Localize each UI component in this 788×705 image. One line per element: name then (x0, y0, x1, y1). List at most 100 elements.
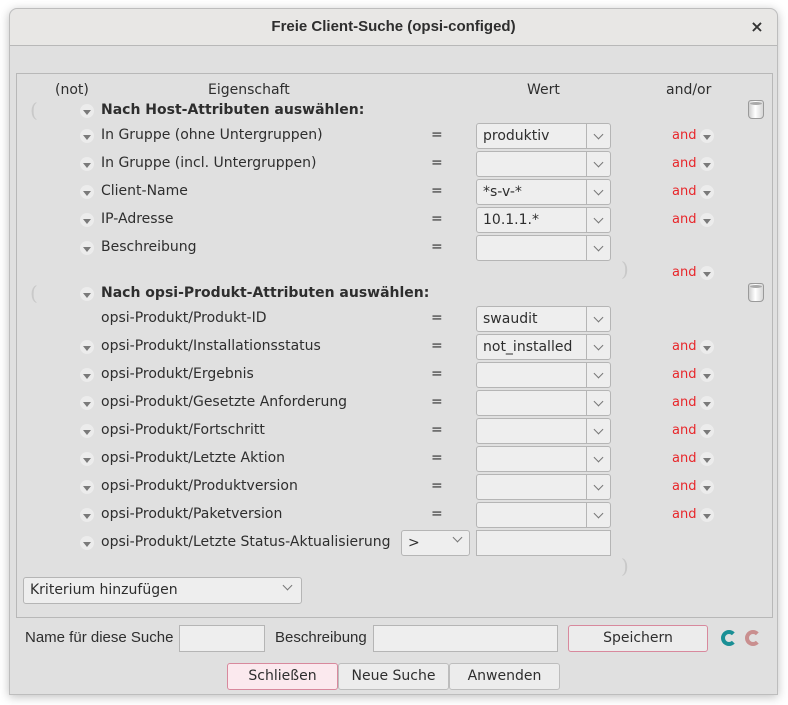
property-label: opsi-Produkt/Produkt-ID (101, 310, 267, 326)
not-toggle-icon[interactable] (80, 340, 94, 354)
criterion-row: Client-Name = *s-v-* and (10, 178, 779, 206)
description-input[interactable] (373, 625, 558, 652)
not-toggle-icon[interactable] (80, 508, 94, 522)
andor-dropdown-icon[interactable] (700, 266, 714, 280)
chevron-down-icon[interactable] (586, 391, 610, 415)
chevron-down-icon[interactable] (586, 475, 610, 499)
value-text[interactable]: 10.1.1.* (483, 212, 539, 228)
add-criterion-label[interactable]: Kriterium hinzufügen (30, 582, 178, 598)
chevron-down-icon[interactable] (586, 363, 610, 387)
andor-dropdown-icon[interactable] (700, 480, 714, 494)
value-text[interactable]: produktiv (483, 128, 549, 144)
andor-dropdown-icon[interactable] (700, 129, 714, 143)
value-combobox[interactable] (476, 235, 611, 261)
andor-label[interactable]: and (672, 479, 696, 494)
new-search-button[interactable]: Neue Suche (338, 663, 449, 690)
date-value-input[interactable] (476, 530, 611, 556)
operator-label: = (431, 506, 443, 522)
close-paren-toggle[interactable]: ) (621, 554, 629, 578)
criterion-row: opsi-Produkt/Letzte Status-Aktualisierun… (10, 529, 779, 557)
apply-button[interactable]: Anwenden (449, 663, 560, 690)
not-toggle-icon[interactable] (80, 287, 94, 301)
andor-dropdown-icon[interactable] (700, 340, 714, 354)
value-combobox[interactable]: produktiv (476, 123, 611, 149)
chevron-down-icon[interactable] (452, 532, 463, 543)
add-criterion-combobox[interactable]: Kriterium hinzufügen (23, 577, 302, 604)
not-toggle-icon[interactable] (80, 104, 94, 118)
operator-label: = (431, 155, 443, 171)
andor-dropdown-icon[interactable] (700, 396, 714, 410)
value-text[interactable]: swaudit (483, 311, 537, 327)
not-toggle-icon[interactable] (80, 157, 94, 171)
andor-label[interactable]: and (672, 367, 696, 382)
chevron-down-icon[interactable] (586, 152, 610, 176)
andor-dropdown-icon[interactable] (700, 368, 714, 382)
chevron-down-icon[interactable] (586, 447, 610, 471)
value-combobox[interactable]: swaudit (476, 306, 611, 332)
andor-label[interactable]: and (672, 184, 696, 199)
operator-label: = (431, 450, 443, 466)
not-toggle-icon[interactable] (80, 185, 94, 199)
chevron-down-icon[interactable] (586, 180, 610, 204)
andor-label[interactable]: and (672, 395, 696, 410)
not-toggle-icon[interactable] (80, 424, 94, 438)
andor-label[interactable]: and (672, 423, 696, 438)
value-combobox[interactable] (476, 502, 611, 528)
andor-label[interactable]: and (672, 451, 696, 466)
open-paren-toggle[interactable]: ( (30, 98, 38, 122)
search-name-input[interactable] (179, 625, 265, 652)
andor-dropdown-icon[interactable] (700, 157, 714, 171)
andor-dropdown-icon[interactable] (700, 508, 714, 522)
chevron-down-icon[interactable] (586, 236, 610, 260)
value-text[interactable]: not_installed (483, 339, 572, 355)
close-paren-toggle[interactable]: ) (621, 257, 629, 281)
andor-label[interactable]: and (672, 507, 696, 522)
header-property: Eigenschaft (208, 82, 290, 98)
not-toggle-icon[interactable] (80, 129, 94, 143)
trash-icon[interactable] (748, 100, 764, 119)
operator-label: = (431, 127, 443, 143)
not-toggle-icon[interactable] (80, 536, 94, 550)
chevron-down-icon[interactable] (586, 208, 610, 232)
andor-dropdown-icon[interactable] (700, 424, 714, 438)
andor-label[interactable]: and (672, 128, 696, 143)
value-combobox[interactable]: *s-v-* (476, 179, 611, 205)
operator-combobox[interactable]: > (401, 530, 470, 556)
not-toggle-icon[interactable] (80, 480, 94, 494)
andor-label[interactable]: and (672, 339, 696, 354)
save-button[interactable]: Speichern (568, 625, 708, 652)
operator-value[interactable]: > (408, 535, 420, 551)
trash-icon[interactable] (748, 283, 764, 302)
value-combobox[interactable]: not_installed (476, 334, 611, 360)
title-bar[interactable]: Freie Client-Suche (opsi-configed) × (10, 9, 777, 46)
andor-label[interactable]: and (672, 212, 696, 227)
value-combobox[interactable] (476, 362, 611, 388)
andor-dropdown-icon[interactable] (700, 185, 714, 199)
andor-dropdown-icon[interactable] (700, 452, 714, 466)
value-combobox[interactable] (476, 390, 611, 416)
close-button[interactable]: Schließen (227, 663, 338, 690)
chevron-down-icon[interactable] (586, 419, 610, 443)
not-toggle-icon[interactable] (80, 396, 94, 410)
chevron-down-icon[interactable] (586, 124, 610, 148)
value-combobox[interactable] (476, 418, 611, 444)
chevron-down-icon[interactable] (282, 580, 293, 591)
value-combobox[interactable] (476, 151, 611, 177)
open-paren-toggle[interactable]: ( (30, 281, 38, 305)
not-toggle-icon[interactable] (80, 368, 94, 382)
chevron-down-icon[interactable] (586, 307, 610, 331)
not-toggle-icon[interactable] (80, 213, 94, 227)
close-icon[interactable]: × (747, 17, 767, 37)
value-combobox[interactable] (476, 474, 611, 500)
group-andor-label[interactable]: and (672, 265, 696, 280)
andor-dropdown-icon[interactable] (700, 213, 714, 227)
value-combobox[interactable] (476, 446, 611, 472)
value-combobox[interactable]: 10.1.1.* (476, 207, 611, 233)
not-toggle-icon[interactable] (80, 241, 94, 255)
chevron-down-icon[interactable] (586, 503, 610, 527)
andor-label[interactable]: and (672, 156, 696, 171)
value-text[interactable]: *s-v-* (483, 184, 522, 200)
chevron-down-icon[interactable] (586, 335, 610, 359)
reload-icon[interactable] (721, 630, 737, 646)
not-toggle-icon[interactable] (80, 452, 94, 466)
